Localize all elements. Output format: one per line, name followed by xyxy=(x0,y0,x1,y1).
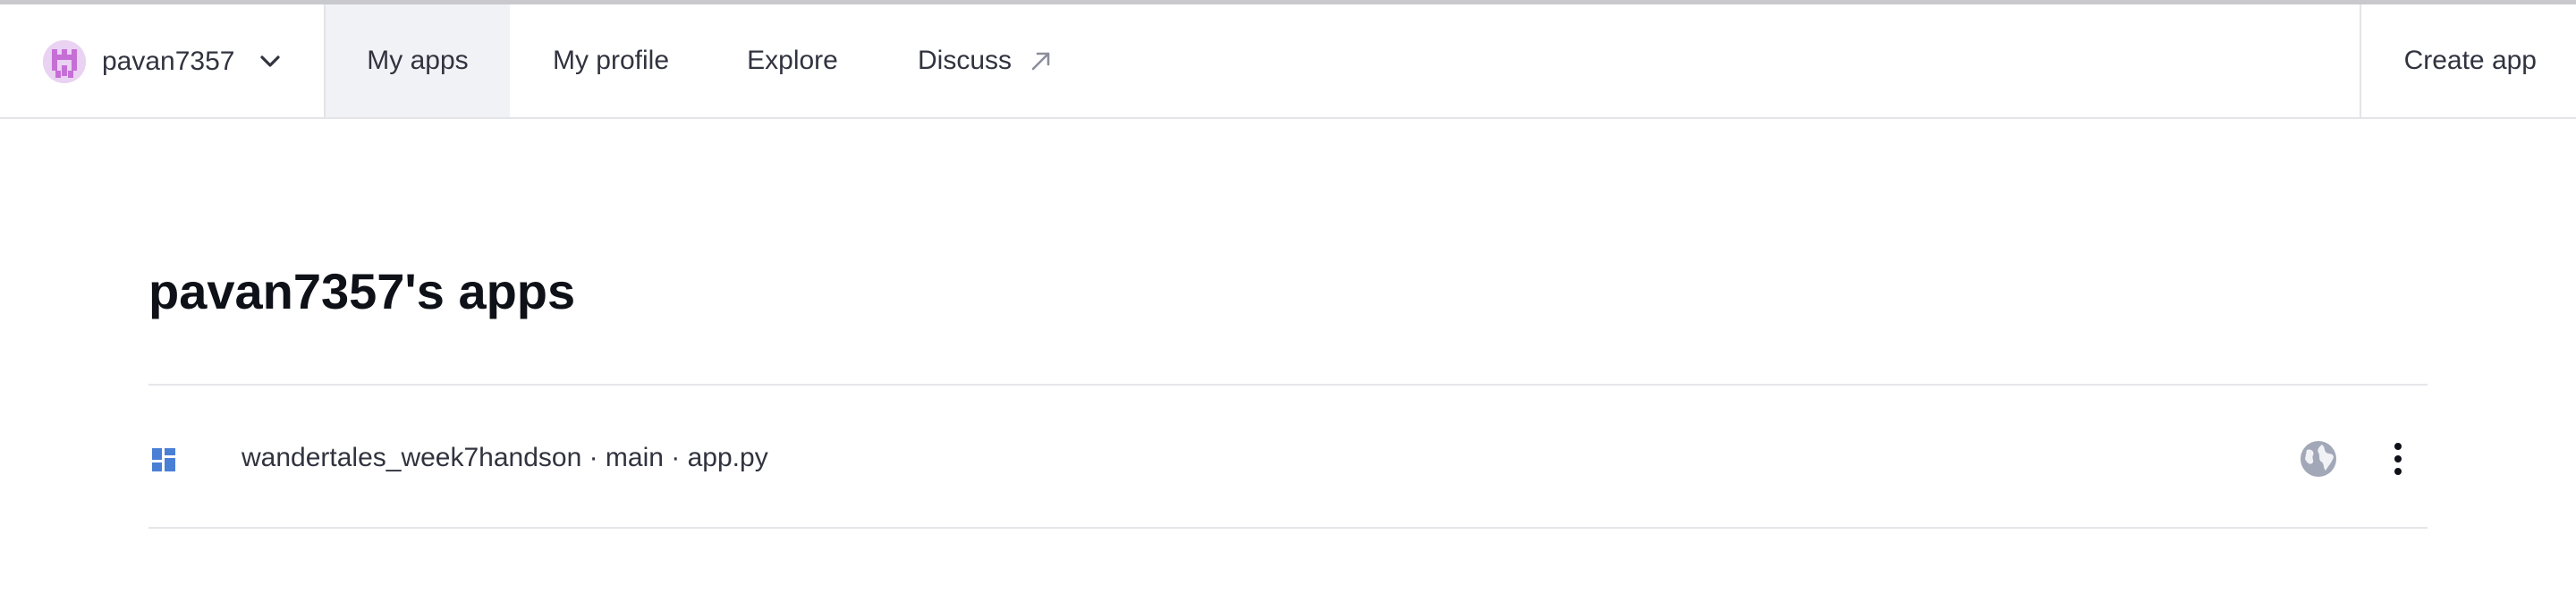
chevron-down-icon xyxy=(260,55,280,67)
tab-explore-label: Explore xyxy=(747,46,838,75)
tab-my-profile-label: My profile xyxy=(552,46,670,75)
tab-my-profile[interactable]: My profile xyxy=(510,4,712,117)
more-vertical-icon[interactable] xyxy=(2385,439,2411,479)
create-app-button[interactable]: Create app xyxy=(2360,4,2576,117)
tab-my-apps-label: My apps xyxy=(367,46,469,75)
top-navbar: pavan7357 My apps My profile Explore Dis… xyxy=(0,4,2576,119)
tab-discuss[interactable]: Discuss xyxy=(873,4,1088,117)
avatar-identicon-icon xyxy=(43,40,86,83)
app-grid-icon xyxy=(152,448,175,471)
nav-tabs: My apps My profile Explore Discuss xyxy=(326,4,1088,117)
user-menu[interactable]: pavan7357 xyxy=(0,4,326,117)
username: pavan7357 xyxy=(102,47,235,76)
page-title: pavan7357's apps xyxy=(148,263,576,319)
app-list: wandertales_week7handson · main · app.py xyxy=(148,384,2428,529)
avatar xyxy=(43,40,86,83)
create-app-label: Create app xyxy=(2403,46,2537,75)
tab-discuss-label: Discuss xyxy=(918,46,1013,75)
tab-my-apps[interactable]: My apps xyxy=(326,4,510,117)
tab-explore[interactable]: Explore xyxy=(712,4,873,117)
globe-icon xyxy=(2301,441,2336,477)
app-name-link[interactable]: wandertales_week7handson · main · app.py xyxy=(242,439,768,477)
external-link-arrow-icon xyxy=(1031,52,1050,71)
list-item[interactable]: wandertales_week7handson · main · app.py xyxy=(148,384,2428,529)
